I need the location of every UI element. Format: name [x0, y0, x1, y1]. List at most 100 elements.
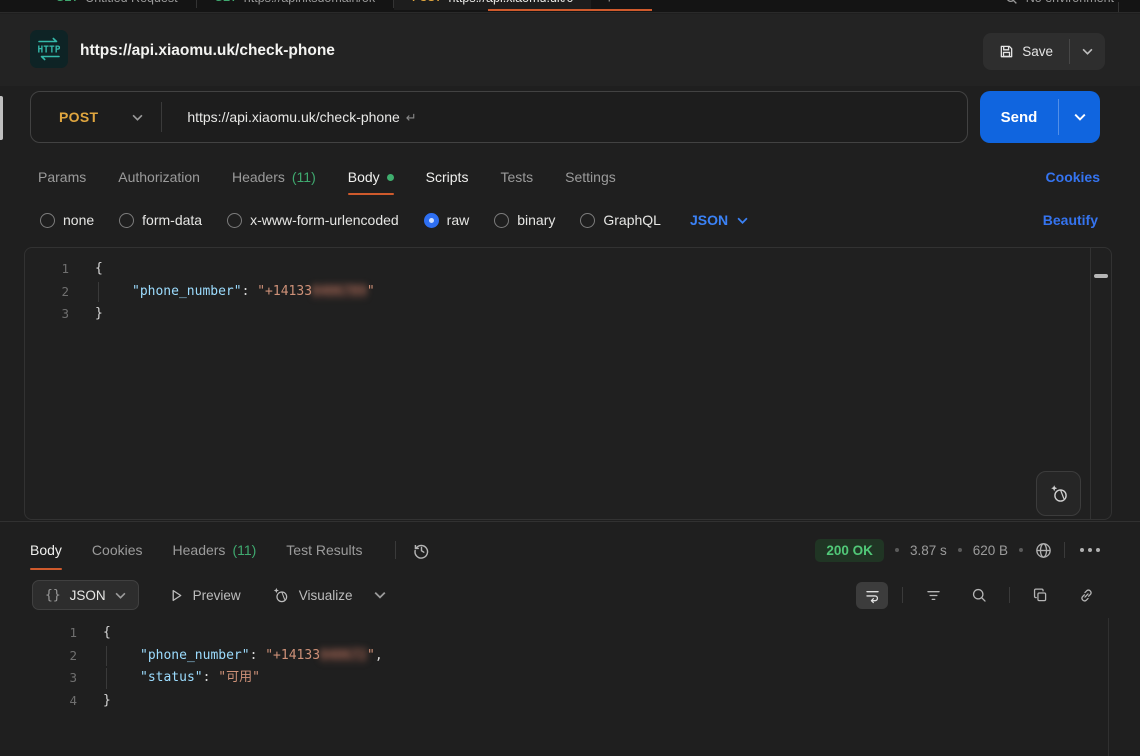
workspace-tab-untitled[interactable]: GET Untitled Request: [0, 0, 196, 10]
tab-label: Authorization: [118, 169, 200, 185]
divider: [395, 541, 396, 559]
code-line: 2 "phone_number": "+14133040672",: [24, 645, 1112, 668]
filter-button[interactable]: [917, 582, 949, 609]
body-type-row: none form-data x-www-form-urlencoded raw…: [0, 202, 1140, 238]
tab-authorization[interactable]: Authorization: [118, 156, 200, 198]
copy-button[interactable]: [1024, 582, 1056, 609]
response-scrollbar-track[interactable]: [1108, 618, 1109, 756]
response-tab-headers[interactable]: Headers (11): [173, 528, 257, 572]
radio-circle: [494, 213, 509, 228]
response-tab-body[interactable]: Body: [30, 528, 62, 572]
link-button[interactable]: [1070, 582, 1102, 609]
search-icon: [971, 587, 988, 604]
response-history-icon[interactable]: [412, 541, 431, 560]
headers-count-badge: (11): [232, 542, 256, 558]
status-badge[interactable]: 200 OK: [815, 539, 884, 562]
method-selector[interactable]: POST: [31, 109, 161, 125]
send-options-button[interactable]: [1059, 91, 1100, 143]
save-options-button[interactable]: [1070, 33, 1105, 70]
visualize-button[interactable]: Visualize: [271, 586, 353, 605]
line-number: 4: [24, 690, 77, 713]
new-tab-button[interactable]: +: [591, 0, 628, 7]
save-split-button: Save: [983, 33, 1105, 70]
radio-form-data[interactable]: form-data: [119, 212, 202, 228]
request-header: HTTP https://api.xiaomu.uk/check-phone S…: [0, 14, 1140, 86]
search-button[interactable]: [963, 582, 995, 609]
visualize-options-button[interactable]: [374, 591, 386, 599]
request-title: https://api.xiaomu.uk/check-phone: [80, 42, 335, 60]
postman-window: GET Untitled Request GET https://apinksd…: [0, 0, 1140, 756]
response-tab-cookies[interactable]: Cookies: [92, 528, 143, 572]
url-input[interactable]: https://api.xiaomu.uk/check-phone↵: [162, 109, 967, 126]
search-icon: [1005, 0, 1018, 5]
format-dropdown[interactable]: JSON: [690, 212, 748, 228]
radio-binary[interactable]: binary: [494, 212, 555, 228]
divider: [1009, 587, 1010, 603]
chevron-down-icon: [132, 114, 143, 121]
indent-guide: [98, 282, 99, 303]
request-body-editor[interactable]: 1 { 2 "phone_number": "+141330406789" 3 …: [24, 247, 1112, 520]
code-line: 2 "phone_number": "+141330406789": [25, 281, 1111, 304]
tab-label: Headers: [232, 169, 285, 185]
svg-text:HTTP: HTTP: [38, 45, 61, 56]
beautify-link[interactable]: Beautify: [1043, 212, 1098, 228]
method-badge-get: GET: [56, 0, 78, 4]
line-number: 1: [25, 258, 69, 281]
save-button[interactable]: Save: [983, 33, 1069, 70]
radio-circle-selected: [424, 213, 439, 228]
dot-separator: [1019, 548, 1023, 552]
topbar-divider: [1118, 2, 1119, 13]
tab-body[interactable]: Body: [348, 156, 394, 198]
preview-button[interactable]: Preview: [169, 588, 241, 603]
tab-label: https://api.xiaomu.uk/c: [449, 0, 573, 5]
wrap-text-button[interactable]: [856, 582, 888, 609]
response-toolbar: {} JSON Preview Visualize: [0, 578, 1140, 612]
response-format-dropdown[interactable]: {} JSON: [32, 580, 139, 610]
chevron-down-icon: [115, 592, 126, 599]
response-time: 3.87 s: [910, 543, 947, 558]
play-icon: [169, 588, 184, 603]
network-globe-icon[interactable]: [1034, 541, 1053, 560]
environment-selector[interactable]: No environment: [1005, 0, 1140, 5]
visualize-sparkle-icon: [271, 586, 290, 605]
radio-label: binary: [517, 212, 555, 228]
radio-circle: [119, 213, 134, 228]
line-number: 3: [25, 303, 69, 326]
code-line: 3 }: [25, 303, 1111, 326]
tab-label: Tests: [500, 169, 533, 185]
radio-circle: [580, 213, 595, 228]
braces-icon: {}: [45, 588, 61, 603]
response-tab-test-results[interactable]: Test Results: [286, 528, 362, 572]
url-value: https://api.xiaomu.uk/check-phone: [187, 109, 399, 125]
more-options-icon[interactable]: [1076, 544, 1104, 556]
radio-none[interactable]: none: [40, 212, 94, 228]
radio-urlencoded[interactable]: x-www-form-urlencoded: [227, 212, 399, 228]
send-button[interactable]: Send: [980, 91, 1058, 143]
code-line: 3 "status": "可用": [24, 667, 1112, 690]
tab-label: Settings: [565, 169, 616, 185]
tab-tests[interactable]: Tests: [500, 156, 533, 198]
radio-raw[interactable]: raw: [424, 212, 470, 228]
workspace-tab-second[interactable]: GET https://apinksdomain/ok: [197, 0, 394, 10]
dot-separator: [895, 548, 899, 552]
radio-graphql[interactable]: GraphQL: [580, 212, 661, 228]
tab-params[interactable]: Params: [38, 156, 86, 198]
cookies-link[interactable]: Cookies: [1046, 156, 1100, 198]
filter-icon: [925, 587, 942, 604]
postbot-button[interactable]: [1036, 471, 1081, 516]
tab-headers[interactable]: Headers (11): [232, 156, 316, 198]
tab-label: Params: [38, 169, 86, 185]
indent-guide: [106, 646, 107, 667]
redacted-text: 0406789: [312, 284, 367, 299]
save-label: Save: [1022, 44, 1053, 59]
tab-scripts[interactable]: Scripts: [426, 156, 469, 198]
editor-scrollbar[interactable]: [1090, 248, 1111, 519]
tab-settings[interactable]: Settings: [565, 156, 616, 198]
tab-label: Scripts: [426, 169, 469, 185]
format-value: JSON: [70, 588, 106, 603]
copy-icon: [1032, 587, 1049, 604]
scrollbar-thumb[interactable]: [1094, 274, 1108, 278]
preview-label: Preview: [193, 588, 241, 603]
response-body-viewer[interactable]: 1 { 2 "phone_number": "+14133040672", 3 …: [24, 616, 1112, 756]
chevron-down-icon: [1082, 48, 1093, 55]
